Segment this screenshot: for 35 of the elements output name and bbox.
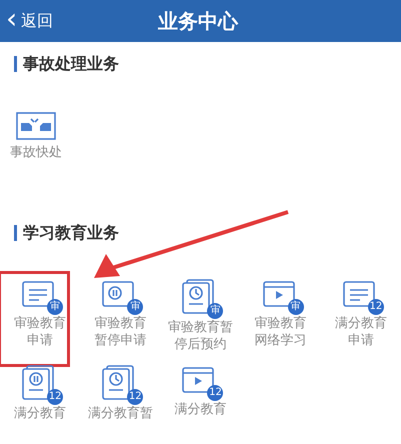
service-label: 申请	[348, 332, 374, 349]
service-item[interactable]: 审 审验教育 申请	[14, 279, 66, 349]
service-item[interactable]: 12 满分教育 申请	[334, 279, 387, 349]
service-item[interactable]: 12 满分教育	[14, 365, 66, 422]
service-item[interactable]: 审 审验教育暂 停后预约	[168, 279, 233, 353]
section-title: 事故处理业务	[23, 53, 119, 75]
service-label: 满分教育	[14, 405, 66, 422]
badge: 审	[47, 299, 64, 315]
service-item[interactable]: 12 满分教育暂	[88, 365, 153, 422]
service-label: 申请	[27, 332, 54, 349]
service-label: 满分教育	[334, 315, 387, 332]
service-label: 审验教育	[254, 315, 307, 332]
car-crash-icon	[16, 112, 56, 140]
badge: 12	[207, 385, 224, 401]
service-label: 审验教育	[14, 315, 66, 332]
service-item[interactable]: 事故快处	[10, 112, 62, 161]
badge: 12	[127, 389, 144, 405]
service-label: 停后预约	[174, 336, 226, 353]
service-label: 事故快处	[10, 144, 62, 161]
badge: 12	[47, 389, 64, 405]
service-item[interactable]: 审 审验教育 网络学习	[254, 279, 307, 349]
page-title: 业务中心	[158, 8, 238, 35]
service-label: 暂停申请	[94, 332, 146, 349]
badge: 审	[127, 299, 144, 315]
badge: 审	[207, 303, 224, 319]
service-item[interactable]: 审 审验教育 暂停申请	[94, 279, 146, 349]
badge: 12	[368, 299, 384, 315]
service-label: 网络学习	[254, 332, 307, 349]
service-item[interactable]: 12 满分教育	[174, 365, 226, 418]
service-label: 满分教育	[174, 401, 226, 418]
badge: 审	[288, 299, 304, 315]
section-title: 学习教育业务	[23, 222, 119, 244]
service-label: 满分教育暂	[88, 405, 153, 422]
service-label: 审验教育暂	[168, 319, 233, 336]
service-label: 审验教育	[94, 315, 146, 332]
